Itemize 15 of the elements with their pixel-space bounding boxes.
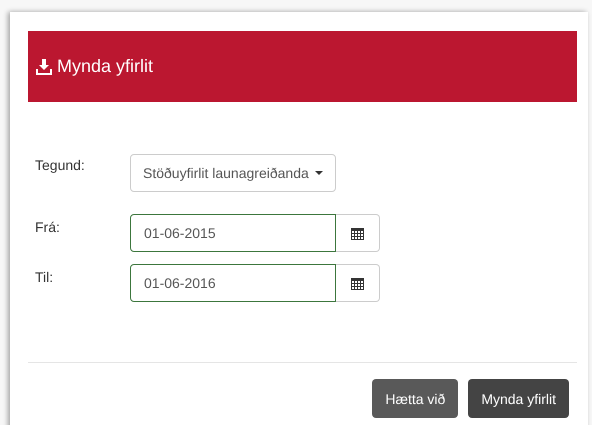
- calendar-button[interactable]: [336, 264, 380, 302]
- generate-button[interactable]: Mynda yfirlit: [468, 379, 569, 418]
- calendar-icon: [351, 226, 364, 240]
- field-label: Frá:: [35, 218, 61, 235]
- calendar-icon: [351, 276, 364, 290]
- field-label: Tegund:: [35, 156, 86, 173]
- download-icon: [36, 58, 52, 74]
- dialog-title: Mynda yfirlit: [57, 56, 154, 77]
- type-dropdown[interactable]: Stöðuyfirlit launagreiðanda: [130, 154, 336, 192]
- date-field[interactable]: 01-06-2016: [130, 264, 336, 302]
- field-label: Til:: [35, 268, 54, 285]
- calendar-button[interactable]: [336, 214, 380, 252]
- date-field[interactable]: 01-06-2015: [130, 214, 336, 252]
- caret-icon: [314, 171, 323, 175]
- cancel-button[interactable]: Hætta við: [372, 379, 458, 418]
